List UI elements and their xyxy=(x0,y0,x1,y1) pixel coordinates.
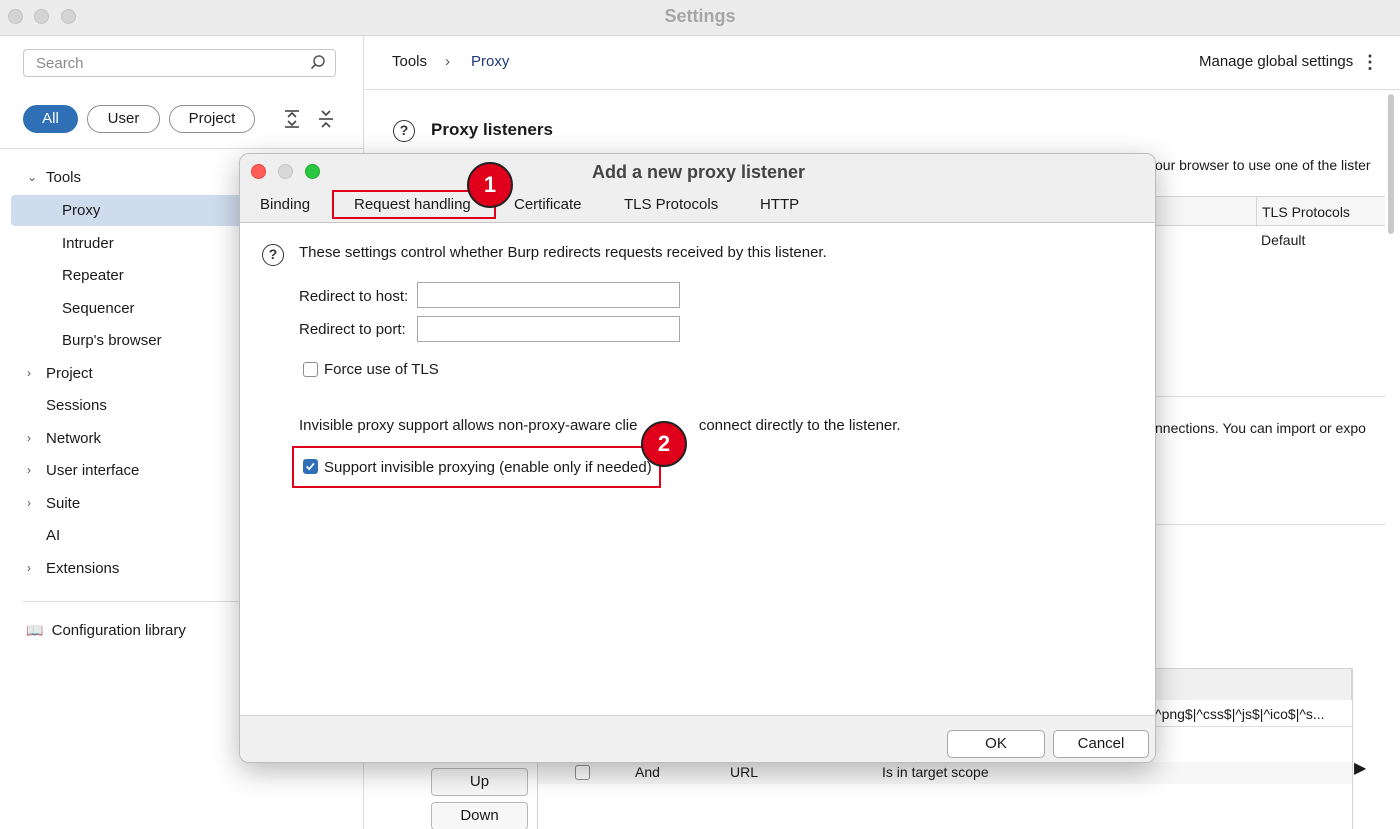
invisible-proxy-intro-head: Invisible proxy support allows non-proxy… xyxy=(299,417,638,434)
search-input[interactable]: Search xyxy=(23,49,336,77)
sidebar-item-label: User interface xyxy=(46,462,140,479)
invisible-proxy-intro-tail: connect directly to the listener. xyxy=(698,417,901,434)
content-scrollbar[interactable] xyxy=(1388,94,1394,234)
sidebar-item-label: Extensions xyxy=(46,560,120,577)
table-row[interactable]: And URL Is in target scope xyxy=(538,762,1352,784)
chevron-right-icon: › xyxy=(27,431,31,445)
book-icon: 📖 xyxy=(26,622,44,638)
sidebar-divider xyxy=(23,601,239,602)
annotation-badge-2: 2 xyxy=(641,421,687,467)
redirect-port-label: Redirect to port: xyxy=(299,321,406,338)
help-icon[interactable]: ? xyxy=(262,244,284,266)
help-icon[interactable]: ? xyxy=(393,120,415,142)
ok-button[interactable]: OK xyxy=(947,730,1045,758)
sidebar-item-label: Repeater xyxy=(62,267,124,284)
dialog-footer: OK Cancel xyxy=(240,716,1155,762)
chevron-right-icon: › xyxy=(445,53,450,70)
sidebar-divider xyxy=(0,148,364,149)
window-title: Settings xyxy=(664,6,736,26)
annotation-box-checkbox xyxy=(292,446,661,488)
rule-operator: And xyxy=(635,764,660,780)
breadcrumb-tools[interactable]: Tools xyxy=(392,53,427,70)
move-up-button[interactable]: Up xyxy=(431,768,528,796)
tab-http[interactable]: HTTP xyxy=(760,196,799,213)
sidebar-item-label: Suite xyxy=(46,495,81,512)
tab-tls-protocols[interactable]: TLS Protocols xyxy=(624,196,718,213)
manage-global-settings-link[interactable]: Manage global settings xyxy=(1199,53,1353,70)
kebab-menu-icon[interactable]: ⋮ xyxy=(1361,52,1379,73)
rule-enabled-checkbox[interactable] xyxy=(575,765,590,780)
filter-project-button[interactable]: Project xyxy=(169,105,255,133)
redirect-port-input[interactable] xyxy=(417,316,680,342)
sidebar-item-label: Intruder xyxy=(62,235,114,252)
breadcrumb: Tools › Proxy Manage global settings ⋮ xyxy=(365,36,1400,90)
chevron-down-icon: ⌄ xyxy=(27,170,38,184)
filter-all-button[interactable]: All xyxy=(23,105,78,133)
collapse-all-icon[interactable] xyxy=(315,108,337,130)
section-divider xyxy=(1155,524,1385,525)
configuration-library-label: Configuration library xyxy=(51,622,186,639)
section-title: Proxy listeners xyxy=(431,120,553,139)
section-divider xyxy=(1155,396,1385,397)
rule-relationship: Is in target scope xyxy=(882,764,989,780)
sidebar-item-label: Sequencer xyxy=(62,300,135,317)
sidebar-item-label: Project xyxy=(46,365,93,382)
sidebar-item-label: AI xyxy=(46,527,61,544)
sidebar-item-label: Proxy xyxy=(62,202,101,219)
dialog-title: Add a new proxy listener xyxy=(591,162,806,182)
play-arrow-icon[interactable]: ▶ xyxy=(1354,758,1366,778)
force-tls-label: Force use of TLS xyxy=(324,361,439,378)
chevron-right-icon: › xyxy=(27,561,31,575)
sidebar-item-label: Tools xyxy=(46,169,82,186)
sidebar-item-label: Burp's browser xyxy=(62,332,162,349)
chevron-right-icon: › xyxy=(27,463,31,477)
dialog-titlebar: Add a new proxy listener xyxy=(240,154,1155,188)
search-icon xyxy=(310,55,325,70)
tab-binding[interactable]: Binding xyxy=(260,196,310,213)
filter-user-button[interactable]: User xyxy=(87,105,160,133)
request-handling-intro: These settings control whether Burp redi… xyxy=(299,244,827,261)
rule-match-type: URL xyxy=(730,764,759,780)
table-column-divider xyxy=(1256,197,1257,227)
rule-pattern-cell: ^png$|^css$|^js$|^ico$|^s... xyxy=(1155,706,1325,722)
table-column-divider xyxy=(1352,668,1353,829)
rules-table-header xyxy=(1155,668,1352,700)
invisible-proxy-intro: Invisible proxy support allows non-proxy… xyxy=(299,417,901,434)
breadcrumb-proxy[interactable]: Proxy xyxy=(471,53,509,70)
annotation-badge-1: 1 xyxy=(467,162,513,208)
redirect-host-input[interactable] xyxy=(417,282,680,308)
listeners-table-header: TLS Protocols xyxy=(1155,196,1385,227)
table-header-tls: TLS Protocols xyxy=(1262,204,1350,220)
chevron-right-icon: › xyxy=(27,366,31,380)
section-description: nnections. You can import or expo xyxy=(1155,420,1366,436)
cancel-button[interactable]: Cancel xyxy=(1053,730,1149,758)
section-description: our browser to use one of the lister xyxy=(1155,157,1371,173)
sidebar-item-label: Sessions xyxy=(46,397,107,414)
configuration-library-link[interactable]: 📖 Configuration library xyxy=(26,622,186,639)
search-placeholder: Search xyxy=(36,55,84,72)
force-tls-checkbox[interactable] xyxy=(303,362,318,377)
chevron-right-icon: › xyxy=(27,496,31,510)
window-titlebar: Settings xyxy=(0,0,1400,36)
tab-certificate[interactable]: Certificate xyxy=(514,196,582,213)
table-cell-tls: Default xyxy=(1261,232,1306,248)
redirect-host-label: Redirect to host: xyxy=(299,288,409,305)
sidebar-item-label: Network xyxy=(46,430,102,447)
move-down-button[interactable]: Down xyxy=(431,802,528,829)
expand-all-icon[interactable] xyxy=(281,108,303,130)
